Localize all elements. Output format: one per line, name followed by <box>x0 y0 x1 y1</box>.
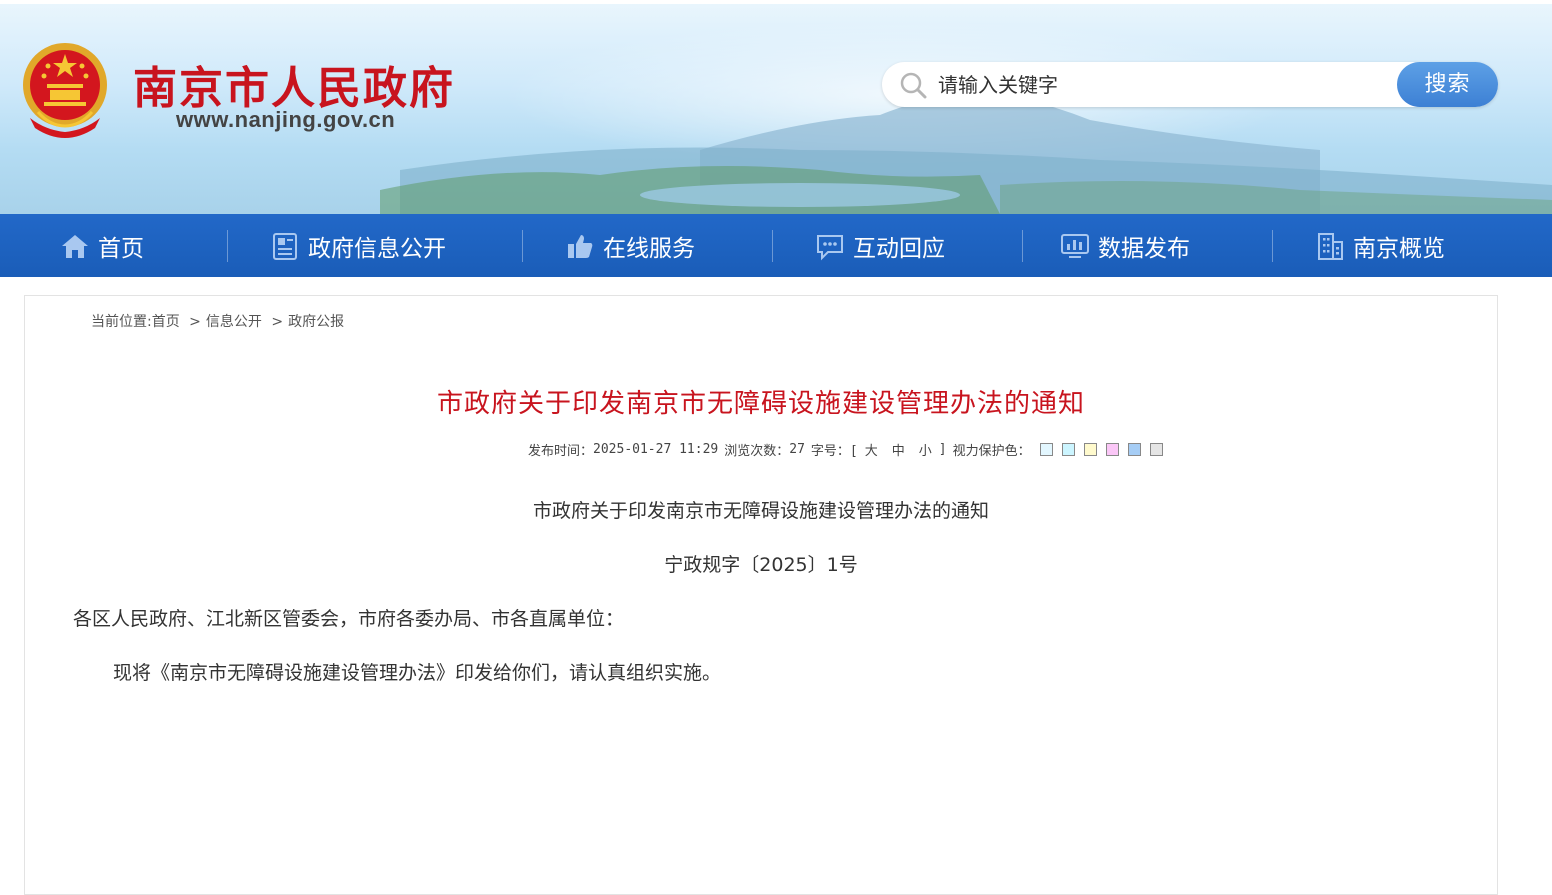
breadcrumb-link-gazette[interactable]: 政府公报 <box>288 314 344 330</box>
nav-label: 政府信息公开 <box>308 235 446 262</box>
eye-care-swatch-6[interactable] <box>1149 443 1163 456</box>
nav-item-online-service[interactable]: 在线服务 <box>565 214 695 277</box>
eye-care-swatch-1[interactable] <box>1039 443 1053 456</box>
views-label: 浏览次数： <box>724 444 790 459</box>
nav-item-gov-info[interactable]: 政府信息公开 <box>270 214 446 277</box>
nav-label: 互动回应 <box>853 235 945 262</box>
views-count: 27 <box>789 442 805 457</box>
breadcrumb-separator: > <box>271 314 284 330</box>
nav-divider <box>1272 230 1273 262</box>
eye-care-swatches <box>1031 443 1163 456</box>
font-size-large-button[interactable]: 大 <box>865 440 878 459</box>
nav-divider <box>1022 230 1023 262</box>
nav-item-interaction[interactable]: 互动回应 <box>815 214 945 277</box>
header-banner: 南京市人民政府 www.nanjing.gov.cn 搜索 <box>0 0 1552 214</box>
home-icon <box>62 234 88 258</box>
chat-icon <box>817 234 843 260</box>
nav-label: 数据发布 <box>1098 235 1190 262</box>
breadcrumb: 当前位置:首页 > 信息公开 > 政府公报 <box>91 311 344 331</box>
document-body: 现将《南京市无障碍设施建设管理办法》印发给你们，请认真组织实施。 <box>113 662 722 684</box>
document-heading: 市政府关于印发南京市无障碍设施建设管理办法的通知 <box>532 500 989 522</box>
document-addressee: 各区人民政府、江北新区管委会，市府各委办局、市各直属单位： <box>73 608 625 630</box>
article-container: 当前位置:首页 > 信息公开 > 政府公报 市政府关于印发南京市无障碍设施建设管理办… <box>24 295 1498 895</box>
breadcrumb-separator: > <box>189 314 201 330</box>
site-url: www.nanjing.gov.cn <box>176 107 396 132</box>
search-icon <box>900 72 927 99</box>
publish-time: 2025-01-27 11:29 <box>593 442 719 457</box>
nav-label: 南京概览 <box>1353 235 1445 262</box>
main-nav: 首页 政府信息公开 在线服务 互动回应 数据发布 南京概览 <box>0 214 1552 277</box>
font-size-end: ] <box>938 442 947 457</box>
nav-item-data-release[interactable]: 数据发布 <box>1060 214 1190 277</box>
eye-care-label: 视力保护色： <box>952 444 1031 459</box>
eye-care-swatch-2[interactable] <box>1061 443 1075 456</box>
publish-time-label: 发布时间： <box>528 444 594 459</box>
nav-label: 首页 <box>98 235 144 262</box>
national-emblem-logo <box>23 43 107 138</box>
nav-divider <box>227 230 228 262</box>
document-icon <box>273 232 297 260</box>
nav-label: 在线服务 <box>603 235 695 262</box>
font-size-medium-button[interactable]: 中 <box>892 440 905 459</box>
nav-item-home[interactable]: 首页 <box>60 214 144 277</box>
breadcrumb-link-home[interactable]: 首页 <box>152 314 180 330</box>
breadcrumb-prefix: 当前位置: <box>91 314 152 330</box>
article-title: 市政府关于印发南京市无障碍设施建设管理办法的通知 <box>436 389 1085 419</box>
eye-care-swatch-5[interactable] <box>1127 443 1141 456</box>
breadcrumb-link-info[interactable]: 信息公开 <box>206 314 262 330</box>
article-meta: 发布时间： 2025-01-27 11:29 浏览次数： 27 字号：[ 大 中… <box>528 440 1163 459</box>
nav-divider <box>772 230 773 262</box>
search-input[interactable] <box>938 68 1388 101</box>
nav-divider <box>522 230 523 262</box>
building-icon <box>1318 232 1343 260</box>
thumbs-up-icon <box>568 234 593 258</box>
eye-care-swatch-3[interactable] <box>1083 443 1097 456</box>
font-size-label: 字号：[ <box>810 444 858 459</box>
search-box: 搜索 <box>882 62 1498 107</box>
search-button[interactable]: 搜索 <box>1397 62 1498 107</box>
nav-item-nanjing-overview[interactable]: 南京概览 <box>1315 214 1445 277</box>
chart-monitor-icon <box>1061 233 1089 258</box>
document-number: 宁政规字〔2025〕1号 <box>664 554 858 576</box>
eye-care-swatch-4[interactable] <box>1105 443 1119 456</box>
font-size-small-button[interactable]: 小 <box>919 440 932 459</box>
